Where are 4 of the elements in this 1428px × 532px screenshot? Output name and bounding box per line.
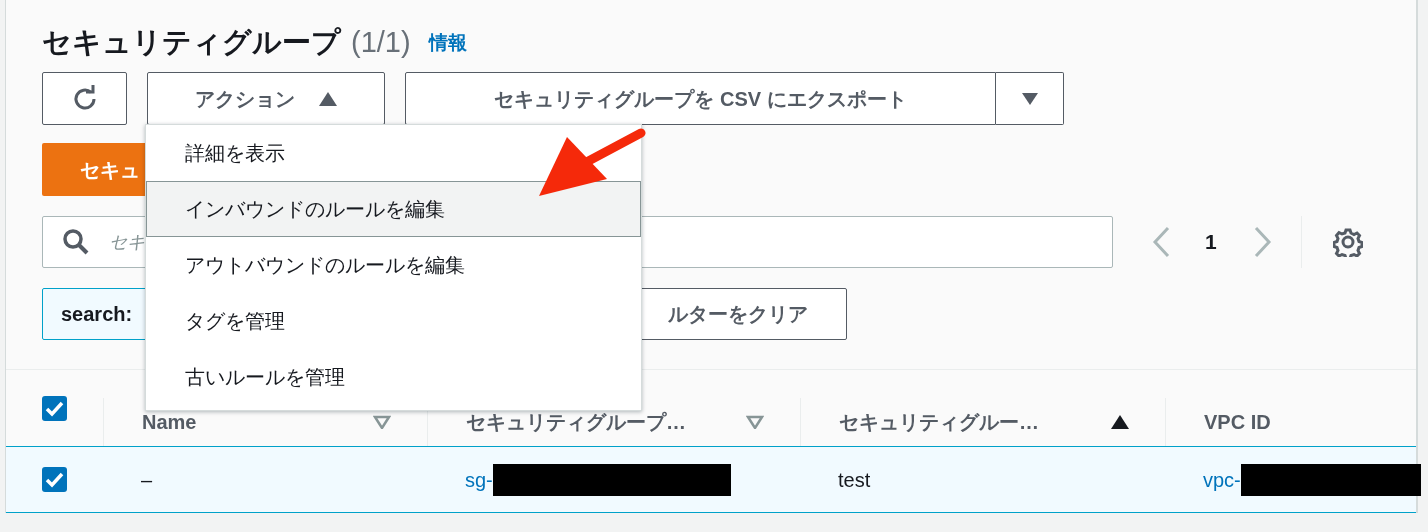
page-title: セキュリティグループ — [42, 25, 341, 61]
item-count: (1/1) — [351, 25, 411, 61]
table-cell-text: – — [141, 467, 153, 493]
table-cell-text: test — [838, 467, 871, 493]
